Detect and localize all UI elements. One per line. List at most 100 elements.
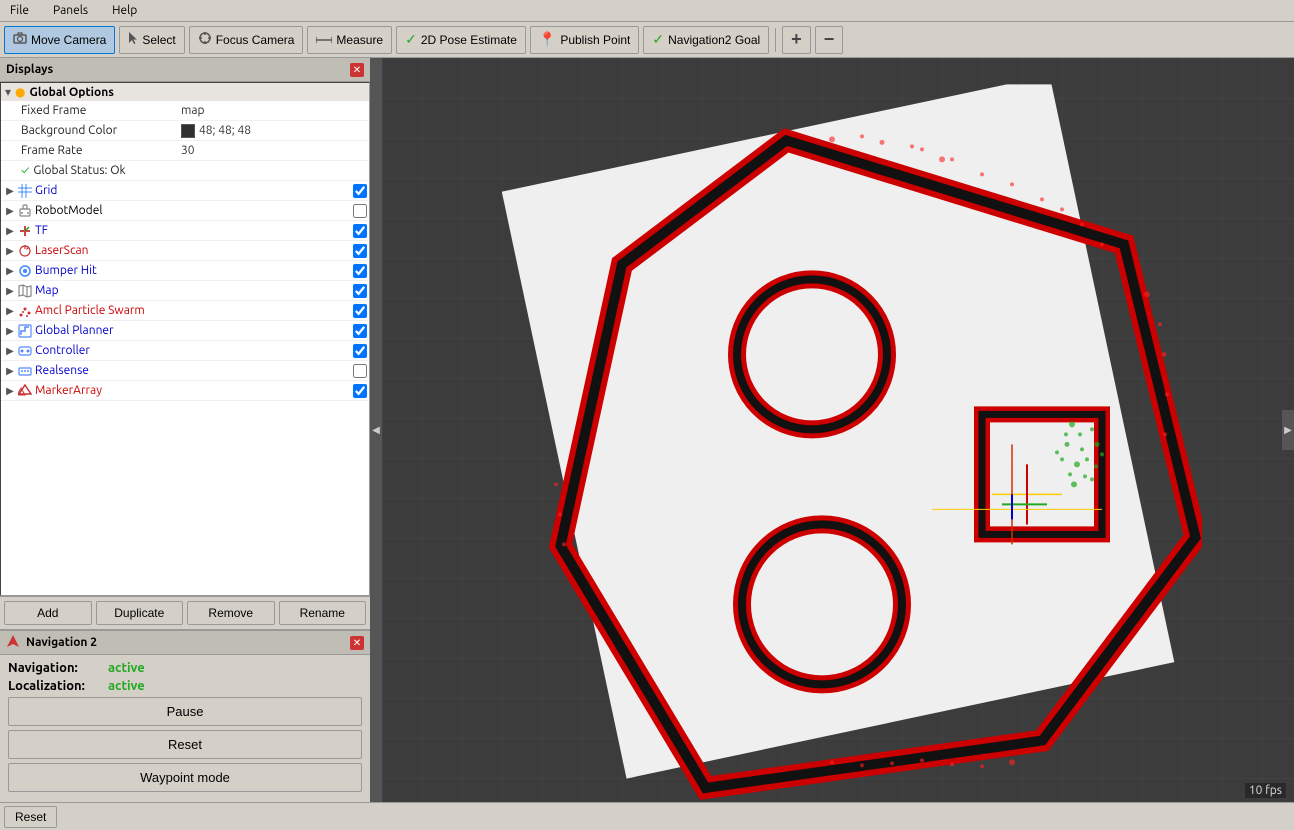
toolbar: Move Camera Select Focus Camera Measure … bbox=[0, 22, 1294, 58]
global-status-check: ✓ bbox=[21, 164, 29, 177]
controller-expand[interactable]: ▶ bbox=[3, 344, 17, 358]
menu-panels[interactable]: Panels bbox=[47, 2, 94, 19]
2d-pose-button[interactable]: ✓ 2D Pose Estimate bbox=[396, 26, 526, 54]
map-expand[interactable]: ▶ bbox=[3, 284, 17, 298]
focus-icon bbox=[198, 31, 212, 48]
displays-buttons: Add Duplicate Remove Rename bbox=[0, 596, 370, 629]
left-collapse-button[interactable]: ◀ bbox=[370, 58, 382, 802]
map-checkbox[interactable] bbox=[353, 284, 367, 298]
bumper-hit-label: Bumper Hit bbox=[35, 264, 353, 277]
tf-icon bbox=[17, 223, 33, 239]
navigation-panel: Navigation 2 ✕ Navigation: active Locali… bbox=[0, 629, 370, 802]
grid-item[interactable]: ▶ Grid bbox=[1, 181, 369, 201]
controller-checkbox[interactable] bbox=[353, 344, 367, 358]
nav-close-button[interactable]: ✕ bbox=[350, 636, 364, 650]
bumper-hit-checkbox[interactable] bbox=[353, 264, 367, 278]
grid-icon bbox=[17, 183, 33, 199]
publish-point-label: Publish Point bbox=[560, 33, 630, 47]
map-item[interactable]: ▶ Map bbox=[1, 281, 369, 301]
robot-model-item[interactable]: ▶ RobotModel bbox=[1, 201, 369, 221]
measure-button[interactable]: Measure bbox=[307, 26, 392, 54]
global-planner-expand[interactable]: ▶ bbox=[3, 324, 17, 338]
realsense-checkbox[interactable] bbox=[353, 364, 367, 378]
controller-item[interactable]: ▶ Controller bbox=[1, 341, 369, 361]
bottom-reset-button[interactable]: Reset bbox=[4, 806, 57, 828]
bumper-hit-item[interactable]: ▶ Bumper Hit bbox=[1, 261, 369, 281]
tf-checkbox[interactable] bbox=[353, 224, 367, 238]
marker-array-checkbox[interactable] bbox=[353, 384, 367, 398]
fixed-frame-row: Fixed Frame map bbox=[1, 101, 369, 121]
pause-button[interactable]: Pause bbox=[8, 697, 362, 726]
grid-expand[interactable]: ▶ bbox=[3, 184, 17, 198]
localization-label: Localization: bbox=[8, 679, 108, 693]
amcl-expand[interactable]: ▶ bbox=[3, 304, 17, 318]
publish-point-button[interactable]: 📍 Publish Point bbox=[530, 26, 639, 54]
laser-icon bbox=[17, 243, 33, 259]
waypoint-button[interactable]: Waypoint mode bbox=[8, 763, 362, 792]
robot-icon bbox=[17, 203, 33, 219]
tf-item[interactable]: ▶ TF bbox=[1, 221, 369, 241]
remove-button[interactable]: Remove bbox=[187, 601, 275, 625]
localization-status-row: Localization: active bbox=[8, 679, 362, 693]
select-label: Select bbox=[142, 33, 175, 47]
add-button[interactable]: Add bbox=[4, 601, 92, 625]
viewport[interactable]: 10 fps ▶ bbox=[382, 58, 1294, 802]
global-status-row: ✓ Global Status: Ok bbox=[1, 161, 369, 181]
fixed-frame-label: Fixed Frame bbox=[21, 104, 181, 117]
plus-icon: + bbox=[791, 29, 802, 50]
marker-array-item[interactable]: ▶ MarkerArray bbox=[1, 381, 369, 401]
map-visualization bbox=[502, 84, 1202, 802]
global-options-expand: ▾ bbox=[5, 85, 11, 99]
global-planner-checkbox[interactable] bbox=[353, 324, 367, 338]
global-planner-label: Global Planner bbox=[35, 324, 353, 337]
laser-scan-checkbox[interactable] bbox=[353, 244, 367, 258]
nav2-goal-button[interactable]: ✓ Navigation2 Goal bbox=[643, 26, 769, 54]
grid-label: Grid bbox=[35, 184, 353, 197]
background-color-value: 48; 48; 48 bbox=[181, 124, 251, 138]
amcl-checkbox[interactable] bbox=[353, 304, 367, 318]
global-planner-item[interactable]: ▶ Global Planner bbox=[1, 321, 369, 341]
global-status-label: Global Status: Ok bbox=[33, 164, 125, 177]
2d-pose-label: 2D Pose Estimate bbox=[421, 33, 517, 47]
color-swatch[interactable] bbox=[181, 124, 195, 138]
main-area: Displays ✕ ▾ ● Global Options Fixed Fram… bbox=[0, 58, 1294, 802]
pose-icon: ✓ bbox=[405, 31, 417, 48]
displays-tree[interactable]: ▾ ● Global Options Fixed Frame map Backg… bbox=[0, 82, 370, 596]
realsense-expand[interactable]: ▶ bbox=[3, 364, 17, 378]
bumper-expand[interactable]: ▶ bbox=[3, 264, 17, 278]
minus-button[interactable]: − bbox=[815, 26, 844, 54]
realsense-item[interactable]: ▶ Realsense bbox=[1, 361, 369, 381]
displays-close-button[interactable]: ✕ bbox=[350, 63, 364, 77]
global-options-label: Global Options bbox=[30, 86, 114, 99]
rename-button[interactable]: Rename bbox=[279, 601, 367, 625]
global-options-header[interactable]: ▾ ● Global Options bbox=[1, 83, 369, 101]
amcl-item[interactable]: ▶ Amcl Particle Swarm bbox=[1, 301, 369, 321]
plus-button[interactable]: + bbox=[782, 26, 811, 54]
right-collapse-button[interactable]: ▶ bbox=[1282, 410, 1294, 450]
robot-expand[interactable]: ▶ bbox=[3, 204, 17, 218]
fps-display: 10 fps bbox=[1245, 783, 1286, 798]
amcl-label: Amcl Particle Swarm bbox=[35, 304, 353, 317]
frame-rate-label: Frame Rate bbox=[21, 144, 181, 157]
move-camera-button[interactable]: Move Camera bbox=[4, 26, 115, 54]
duplicate-button[interactable]: Duplicate bbox=[96, 601, 184, 625]
tf-expand[interactable]: ▶ bbox=[3, 224, 17, 238]
marker-expand[interactable]: ▶ bbox=[3, 384, 17, 398]
navigation-status: active bbox=[108, 661, 145, 675]
frame-rate-value: 30 bbox=[181, 144, 195, 157]
select-button[interactable]: Select bbox=[119, 26, 184, 54]
marker-array-label: MarkerArray bbox=[35, 384, 353, 397]
focus-camera-button[interactable]: Focus Camera bbox=[189, 26, 304, 54]
robot-model-checkbox[interactable] bbox=[353, 204, 367, 218]
laser-expand[interactable]: ▶ bbox=[3, 244, 17, 258]
bottom-bar: Reset bbox=[0, 802, 1294, 830]
map-icon bbox=[17, 283, 33, 299]
focus-camera-label: Focus Camera bbox=[216, 33, 295, 47]
menu-help[interactable]: Help bbox=[106, 2, 143, 19]
controller-icon bbox=[17, 343, 33, 359]
laser-scan-item[interactable]: ▶ LaserScan bbox=[1, 241, 369, 261]
grid-checkbox[interactable] bbox=[353, 184, 367, 198]
minus-icon: − bbox=[824, 29, 835, 50]
menu-file[interactable]: File bbox=[4, 2, 35, 19]
reset-nav-button[interactable]: Reset bbox=[8, 730, 362, 759]
